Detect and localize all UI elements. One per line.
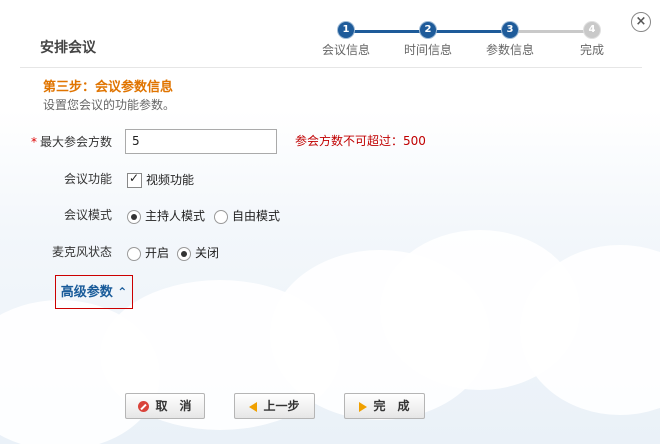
mic-on-label: 开启 — [145, 246, 170, 260]
video-feature-option[interactable]: ✓ 视频功能 — [127, 171, 194, 188]
checkmark-icon: ✓ — [129, 171, 140, 185]
mic-off-label: 关闭 — [195, 246, 220, 260]
step-label: 会议信息 — [321, 43, 370, 57]
arrow-right-icon — [359, 401, 368, 412]
step-progress: 1 会议信息 2 时间信息 3 参数信息 4 完成 — [320, 22, 620, 62]
meeting-features-label: 会议功能 — [63, 172, 112, 186]
step-time-info: 2 时间信息 — [388, 22, 468, 58]
max-participants-hint: 参会方数不可超过：500 — [295, 134, 426, 148]
step-number: 2 — [420, 22, 436, 38]
mic-on-option[interactable]: 开启 — [127, 244, 169, 261]
step-param-info: 3 参数信息 — [470, 22, 550, 58]
mic-off-radio[interactable] — [177, 246, 191, 261]
host-mode-radio[interactable] — [127, 209, 141, 224]
dialog-title: 安排会议 — [40, 40, 96, 56]
step-number: 1 — [338, 22, 354, 38]
free-mode-label: 自由模式 — [232, 209, 281, 223]
max-participants-input[interactable] — [125, 129, 277, 154]
mic-state-label: 麦克风状态 — [51, 245, 112, 259]
cancel-icon — [138, 401, 150, 412]
step-number: 4 — [584, 22, 600, 38]
cancel-button[interactable]: 取 消 — [125, 393, 205, 419]
radio-selected-dot — [131, 213, 137, 220]
section-description: 设置您会议的功能参数。 — [43, 98, 176, 112]
advanced-params-label: 高级参数 — [60, 285, 113, 300]
video-checkbox[interactable]: ✓ — [127, 171, 142, 188]
step-number: 3 — [502, 22, 518, 38]
step-finish: 4 完成 — [552, 22, 632, 58]
arrow-left-icon — [249, 401, 258, 412]
free-mode-radio[interactable] — [214, 209, 228, 224]
mic-on-radio[interactable] — [127, 246, 141, 261]
step-meeting-info: 1 会议信息 — [306, 22, 386, 58]
header-divider — [20, 67, 642, 68]
host-mode-option[interactable]: 主持人模式 — [127, 207, 205, 224]
meeting-mode-label: 会议模式 — [63, 208, 112, 222]
required-mark: * — [30, 135, 37, 149]
section-title: 第三步：会议参数信息 — [43, 80, 174, 95]
step-label: 完成 — [579, 43, 604, 57]
step-label: 参数信息 — [485, 43, 534, 57]
radio-selected-dot — [181, 250, 187, 257]
advanced-params-toggle[interactable]: 高级参数 ⌃ — [55, 275, 133, 309]
finish-button[interactable]: 完 成 — [344, 393, 425, 419]
video-feature-label: 视频功能 — [146, 173, 195, 187]
close-icon[interactable]: × — [631, 12, 651, 32]
free-mode-option[interactable]: 自由模式 — [214, 207, 280, 224]
host-mode-label: 主持人模式 — [145, 209, 206, 223]
prev-step-button[interactable]: 上一步 — [234, 393, 315, 419]
schedule-meeting-dialog: 安排会议 × 1 会议信息 2 时间信息 3 参数信息 4 完成 第三步：会议参… — [0, 0, 660, 444]
step-label: 时间信息 — [403, 43, 452, 57]
max-participants-label: * 最大参会方数 — [30, 135, 112, 149]
double-chevron-up-icon: ⌃ — [117, 285, 128, 299]
mic-off-option[interactable]: 关闭 — [177, 244, 219, 261]
